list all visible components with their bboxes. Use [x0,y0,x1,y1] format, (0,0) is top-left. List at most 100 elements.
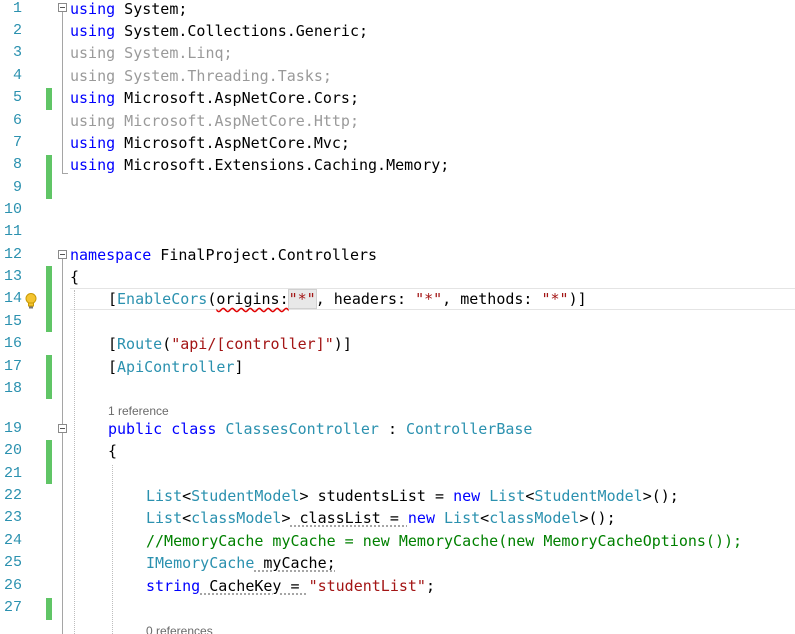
line-number: 1 [12,0,22,17]
code-line[interactable]: 12 namespace FinalProject.Controllers [0,244,795,266]
line-text[interactable]: namespace FinalProject.Controllers [70,244,377,266]
line-text[interactable]: List<StudentModel> studentsList = new Li… [146,485,679,507]
keyword: using [70,156,116,174]
line-text[interactable]: public class ClassesController : Control… [108,418,532,440]
line-text[interactable]: { [108,440,117,462]
line-number: 17 [3,358,22,375]
line-text[interactable]: using System; [70,0,187,20]
code-line[interactable]: 23 List<classModel> classList = new List… [0,507,795,529]
line-text-unused[interactable]: using System.Threading.Tasks; [70,65,332,87]
codelens-references[interactable]: 1 reference [108,403,169,419]
bracket: ] [577,290,587,308]
code-line[interactable]: 15 [0,311,795,333]
field-decl: CacheKey = [200,577,309,595]
angle: < [182,487,192,505]
namespace-name: FinalProject.Controllers [151,246,378,264]
keyword: using [70,134,116,152]
namespace-ref: System.Collections.Generic; [115,22,369,40]
call-end: (); [588,509,616,527]
code-line[interactable]: 26 string CacheKey = "studentList"; [0,575,795,597]
code-line[interactable]: 11 [0,221,795,243]
line-text[interactable]: { [70,266,79,288]
line-text[interactable]: using Microsoft.AspNetCore.Cors; [70,87,359,109]
namespace-ref: Microsoft.AspNetCore.Mvc; [115,134,350,152]
line-number: 2 [12,22,22,39]
brace: { [70,268,80,286]
line-number: 6 [12,112,22,129]
type-name: classModel [489,509,580,527]
line-number: 8 [12,156,22,173]
code-line[interactable]: 18 [0,378,795,400]
line-text-unused[interactable]: using System.Linq; [70,42,233,64]
line-text[interactable]: [EnableCors(origins:"*", headers: "*", m… [108,288,587,310]
code-line[interactable]: 1 using System; [0,0,795,20]
code-line[interactable]: 17 [ApiController] [0,356,795,378]
line-text[interactable]: [ApiController] [108,356,243,378]
line-text[interactable]: List<classModel> classList = new List<cl… [146,507,616,529]
codelens-references[interactable]: 0 references [146,623,213,634]
line-number: 27 [3,599,22,616]
namespace-ref: System.Linq; [115,44,233,62]
line-text[interactable]: [Route("api/[controller]")] [108,333,352,355]
code-line[interactable]: 13 { [0,266,795,288]
keyword: new [407,509,435,527]
bracket: ] [234,358,244,376]
code-line[interactable]: 22 List<StudentModel> studentsList = new… [0,485,795,507]
keyword: string [146,577,201,595]
code-editor[interactable]: 1 using System; 2 using System.Collectio… [0,0,795,634]
string-literal: "*" [541,290,569,308]
string-literal: "api/[controller]" [171,335,334,353]
line-number: 10 [3,201,22,218]
namespace-ref: System; [115,0,188,18]
code-line[interactable]: 27 [0,597,795,619]
line-text[interactable]: using System.Collections.Generic; [70,20,368,42]
namespace-ref: System.Threading.Tasks; [115,67,332,85]
type-name: StudentModel [534,487,643,505]
line-number: 20 [3,442,22,459]
keyword: class [171,420,217,438]
code-line[interactable]: 16 [Route("api/[controller]")] [0,333,795,355]
code-line[interactable]: 7 using Microsoft.AspNetCore.Mvc; [0,132,795,154]
line-number: 11 [3,223,22,240]
line-text[interactable]: using Microsoft.AspNetCore.Mvc; [70,132,350,154]
code-line[interactable]: 8 using Microsoft.Extensions.Caching.Mem… [0,154,795,176]
code-line[interactable]: 3 using System.Linq; [0,42,795,64]
namespace-ref: Microsoft.AspNetCore.Http; [115,112,359,130]
paren: ) [568,290,578,308]
code-line[interactable]: 14 [EnableCors(origins:"*", headers: "*"… [0,288,795,310]
keyword: using [70,112,116,130]
comment-line[interactable]: //MemoryCache myCache = new MemoryCache(… [146,530,742,552]
code-line[interactable]: 19 public class ClassesController : Cont… [0,418,795,440]
type-name: classModel [191,509,282,527]
call-end: (); [651,487,679,505]
line-text[interactable]: string CacheKey = "studentList"; [146,575,435,597]
line-text[interactable]: IMemoryCache myCache; [146,552,336,574]
line-number: 23 [3,509,22,526]
bracket: ] [342,335,352,353]
code-line[interactable]: 4 using System.Threading.Tasks; [0,65,795,87]
code-line[interactable]: 2 using System.Collections.Generic; [0,20,795,42]
code-line[interactable]: 5 using Microsoft.AspNetCore.Cors; [0,87,795,109]
code-line[interactable]: 25 IMemoryCache myCache; [0,552,795,574]
angle: > [281,509,291,527]
type-name: List [146,487,183,505]
type-name: List [146,509,183,527]
code-line[interactable]: 20 { [0,440,795,462]
error-squiggle[interactable]: origins: [216,290,288,308]
line-text[interactable]: using Microsoft.Extensions.Caching.Memor… [70,154,449,176]
angle: > [299,487,309,505]
attribute-name: ApiController [117,358,235,376]
base-class: ControllerBase [406,420,533,438]
code-line[interactable]: 24 //MemoryCache myCache = new MemoryCac… [0,530,795,552]
colon: : [378,420,407,438]
code-line[interactable]: 9 [0,177,795,199]
code-line[interactable]: 10 [0,199,795,221]
class-name: ClassesController [225,420,379,438]
colon: : [279,290,289,308]
line-text-unused[interactable]: using Microsoft.AspNetCore.Http; [70,110,359,132]
code-line[interactable]: 21 [0,463,795,485]
code-line[interactable]: 6 using Microsoft.AspNetCore.Http; [0,110,795,132]
type-name: StudentModel [191,487,300,505]
angle: < [480,509,490,527]
line-number: 18 [3,380,22,397]
